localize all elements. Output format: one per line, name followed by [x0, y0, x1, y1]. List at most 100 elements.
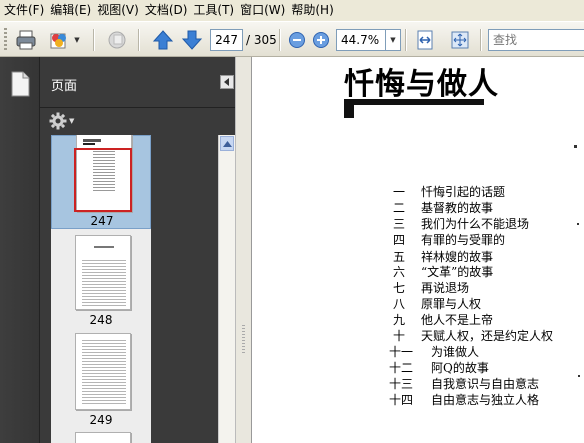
- menu-window[interactable]: 窗口(W): [240, 0, 291, 21]
- toc-number: 七: [393, 281, 406, 295]
- thumbnail-area: 247 248 249: [40, 135, 218, 443]
- scan-speck: [574, 145, 577, 148]
- fit-page-icon: [451, 31, 469, 49]
- toc-text: 为谁做人: [431, 345, 480, 359]
- panel-options-bar: ▼: [40, 108, 237, 135]
- toc-number: 十一: [389, 345, 414, 359]
- page-thumbnail-247[interactable]: 247: [51, 135, 151, 229]
- pages-panel-button[interactable]: [9, 71, 31, 100]
- menu-file[interactable]: 文件(F): [4, 0, 50, 21]
- toolbar-separator: [93, 29, 95, 51]
- chevron-down-icon: ▼: [74, 36, 80, 44]
- menu-view[interactable]: 视图(V): [97, 0, 145, 21]
- toc-number: 八: [393, 297, 406, 311]
- comment-icon: [108, 31, 126, 49]
- chevron-left-icon: [224, 78, 229, 86]
- zoom-in-button[interactable]: [308, 27, 334, 53]
- fit-width-icon: [417, 30, 433, 50]
- page-thumbnail-249[interactable]: 249: [51, 333, 151, 428]
- toc-text: 有罪的与受罪的: [421, 233, 506, 247]
- toc-item: 九 他人不是上帝: [393, 311, 493, 328]
- toc-number: 一: [393, 185, 406, 199]
- zoom-out-button[interactable]: [284, 27, 310, 53]
- share-button[interactable]: [46, 27, 72, 53]
- toc-number: 三: [393, 217, 406, 231]
- thumbnail-label: 247: [90, 214, 114, 228]
- toc-item: 四 有罪的与受罪的: [393, 231, 505, 248]
- toolbar-separator: [480, 29, 482, 51]
- toc-number: 十二: [389, 361, 414, 375]
- zoom-input[interactable]: 44.7%: [336, 29, 386, 51]
- toc-text: 天赋人权，还是约定人权: [421, 329, 554, 343]
- search-input[interactable]: 查找: [488, 29, 584, 51]
- toc-text: 忏悔引起的话题: [421, 185, 506, 199]
- toolbar-grip[interactable]: [4, 28, 7, 52]
- menu-help[interactable]: 帮助(H): [291, 0, 339, 21]
- toc-item: 十 天赋人权，还是约定人权: [393, 327, 553, 344]
- toc-number: 十: [393, 329, 406, 343]
- page-thumbnail-image[interactable]: [75, 432, 131, 443]
- title-underline: [344, 99, 484, 105]
- toc-text: 自由意志与独立人格: [431, 393, 540, 407]
- toc-number: 十四: [389, 393, 414, 407]
- thumbnail-scrollbar[interactable]: [218, 135, 235, 443]
- zoom-out-icon: [289, 32, 305, 48]
- toc-item: 一 忏悔引起的话题: [393, 183, 505, 200]
- navigation-bar: [0, 57, 40, 443]
- toolbar-separator: [138, 29, 140, 51]
- share-icon: [50, 33, 66, 49]
- chapter-title: 忏悔与做人: [344, 67, 499, 102]
- menu-bar: 文件(F) 编辑(E) 视图(V) 文档(D) 工具(T) 窗口(W) 帮助(H…: [0, 0, 584, 21]
- toc-item: 十一 为谁做人: [389, 343, 479, 360]
- scan-speck: [578, 375, 580, 377]
- share-dropdown[interactable]: ▼: [70, 27, 84, 53]
- scroll-up-button[interactable]: [220, 136, 234, 151]
- fit-page-button[interactable]: [447, 27, 473, 53]
- previous-page-button[interactable]: [150, 27, 176, 53]
- toc-item: 十二 阿Q的故事: [389, 359, 489, 376]
- thumbnail-list: 247 248 249: [51, 135, 151, 443]
- toc-item: 十三 自我意识与自由意志: [389, 375, 539, 392]
- page-thumbnail-image: [75, 333, 131, 410]
- gear-icon: [49, 112, 67, 130]
- chevron-up-icon: [222, 140, 232, 147]
- document-view[interactable]: 忏悔与做人 一忏悔引起的话题二基督教的故事三我们为什么不能退场四有罪的与受罪的五…: [252, 57, 584, 443]
- toc-text: “文革”的故事: [421, 265, 494, 279]
- page-thumbnail-248[interactable]: 248: [51, 235, 151, 330]
- menu-tools[interactable]: 工具(T): [193, 0, 240, 21]
- menu-document[interactable]: 文档(D): [145, 0, 194, 21]
- print-button[interactable]: [13, 27, 39, 53]
- toc-item: 六 “文革”的故事: [393, 263, 493, 280]
- printer-icon: [16, 30, 36, 50]
- toc-text: 自我意识与自由意志: [431, 377, 540, 391]
- page-total: / 305: [246, 33, 277, 47]
- next-page-button[interactable]: [179, 27, 205, 53]
- panel-title: 页面: [51, 79, 78, 94]
- toc-text: 阿Q的故事: [431, 361, 489, 375]
- fit-width-button[interactable]: [412, 27, 438, 53]
- pages-panel-header: 页面: [40, 57, 237, 108]
- thumbnail-label: 249: [89, 413, 113, 427]
- visible-area-frame[interactable]: [74, 148, 132, 212]
- toc-text: 原罪与人权: [421, 297, 482, 311]
- page-thumbnail-image: [75, 235, 131, 310]
- zoom-dropdown[interactable]: ▼: [386, 29, 401, 51]
- zoom-in-icon: [313, 32, 329, 48]
- toc-text: 基督教的故事: [421, 201, 494, 215]
- toc-number: 四: [393, 233, 406, 247]
- toolbar-separator: [405, 29, 407, 51]
- comment-button[interactable]: [104, 27, 130, 53]
- collapse-panel-button[interactable]: [220, 75, 234, 89]
- arrow-down-icon: [181, 30, 203, 50]
- menu-edit[interactable]: 编辑(E): [50, 0, 97, 21]
- toolbar: ▼ 247 / 305 44.7% ▼ 查找: [0, 21, 584, 57]
- chevron-down-icon: ▼: [69, 117, 75, 125]
- panel-splitter[interactable]: [235, 57, 252, 443]
- chevron-down-icon: ▼: [390, 36, 396, 44]
- options-button[interactable]: ▼: [49, 111, 79, 131]
- splitter-grip[interactable]: [242, 325, 245, 355]
- toc-number: 二: [393, 201, 406, 215]
- pages-icon: [11, 71, 30, 97]
- page-number-input[interactable]: 247: [210, 29, 243, 51]
- scan-speck: [577, 223, 579, 225]
